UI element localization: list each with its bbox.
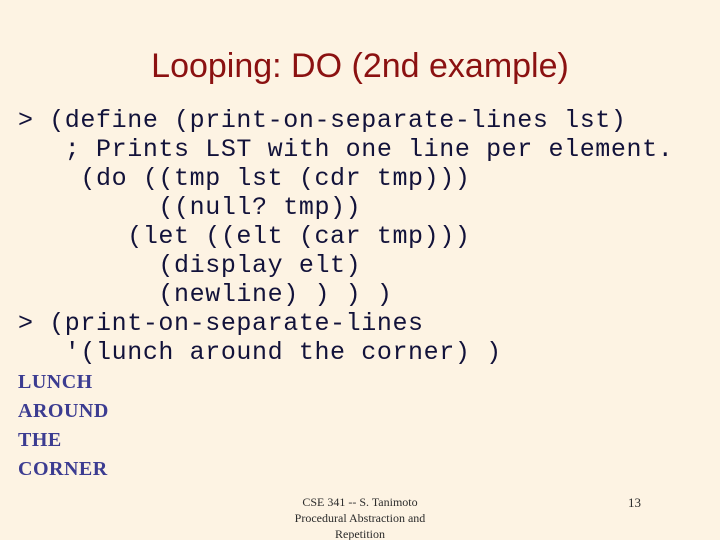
output-line: THE [18, 429, 62, 451]
code-line: '(lunch around the corner) ) [18, 338, 502, 367]
code-line: ; Prints LST with one line per element. [18, 135, 674, 164]
page-number: 13 [628, 495, 641, 510]
output-line: CORNER [18, 458, 108, 480]
page-title: Looping: DO (2nd example) [151, 47, 569, 85]
code-line: > (define (print-on-separate-lines lst) [18, 106, 627, 135]
output-line: LUNCH [18, 371, 93, 393]
output-line: AROUND [18, 400, 109, 422]
code-line: (let ((elt (car tmp))) [18, 222, 471, 251]
footer-line: Procedural Abstraction and [294, 511, 426, 525]
code-line: > (print-on-separate-lines [18, 309, 424, 338]
footer-line: Repetition [335, 527, 385, 540]
code-block: > (define (print-on-separate-lines lst) … [18, 106, 708, 367]
code-line: (do ((tmp lst (cdr tmp))) [18, 164, 471, 193]
output-block: LUNCH AROUND THE CORNER [18, 368, 418, 484]
code-line: (display elt) [18, 251, 362, 280]
code-line: ((null? tmp)) [18, 193, 362, 222]
code-line: (newline) ) ) ) [18, 280, 393, 309]
footer-line: CSE 341 -- S. Tanimoto [302, 495, 418, 509]
footer: CSE 341 -- S. Tanimoto Procedural Abstra… [160, 494, 560, 540]
slide-canvas: Looping: DO (2nd example) > (define (pri… [0, 0, 720, 540]
